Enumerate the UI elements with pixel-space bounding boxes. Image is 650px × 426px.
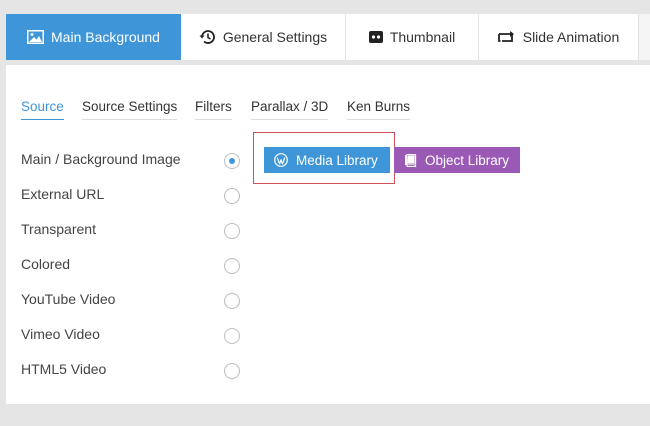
tab-label: Thumbnail — [389, 29, 456, 45]
subtab-source[interactable]: Source — [21, 99, 64, 120]
radio-main-background-image[interactable] — [224, 153, 240, 169]
option-label-main-background-image: Main / Background Image — [21, 151, 181, 167]
tab-slide-animation[interactable]: Slide Animation — [479, 14, 639, 60]
tab-label: Slide Animation — [522, 29, 620, 45]
radio-html5-video[interactable] — [224, 363, 240, 379]
option-label-html5-video: HTML5 Video — [21, 361, 107, 377]
object-library-label: Object Library — [425, 152, 510, 168]
subtab-filters[interactable]: Filters — [195, 99, 232, 120]
radio-youtube-video[interactable] — [224, 293, 240, 309]
subtab-source-settings[interactable]: Source Settings — [82, 99, 178, 120]
tab-main-background[interactable]: Main Background — [6, 14, 181, 60]
media-library-button[interactable]: Media Library — [264, 147, 390, 173]
tab-label: General Settings — [222, 29, 328, 45]
subtab-ken-burns[interactable]: Ken Burns — [347, 99, 411, 120]
radio-external-url[interactable] — [224, 188, 240, 204]
media-library-label: Media Library — [296, 152, 378, 168]
radio-vimeo-video[interactable] — [224, 328, 240, 344]
radio-colored[interactable] — [224, 258, 240, 274]
option-label-youtube-video: YouTube Video — [21, 291, 116, 307]
option-label-external-url: External URL — [21, 186, 105, 202]
thumbnail-icon — [368, 31, 383, 43]
object-library-button[interactable]: Object Library — [394, 147, 520, 173]
radio-transparent[interactable] — [224, 223, 240, 239]
option-label-vimeo-video: Vimeo Video — [21, 326, 100, 342]
top-tab-bar: Main Background General Settings Thumbna… — [6, 14, 650, 60]
tab-thumbnail[interactable]: Thumbnail — [346, 14, 479, 60]
slide-animation-icon — [497, 31, 514, 42]
history-icon — [199, 30, 215, 44]
image-icon — [27, 30, 45, 44]
option-label-transparent: Transparent — [21, 221, 96, 237]
book-icon — [405, 153, 417, 167]
tab-general-settings[interactable]: General Settings — [181, 14, 346, 60]
tab-label: Main Background — [51, 29, 160, 45]
subtab-parallax-3d[interactable]: Parallax / 3D — [251, 99, 329, 120]
settings-panel: Source Source Settings Filters Parallax … — [6, 65, 650, 404]
option-label-colored: Colored — [21, 256, 71, 272]
wordpress-icon — [274, 153, 288, 167]
